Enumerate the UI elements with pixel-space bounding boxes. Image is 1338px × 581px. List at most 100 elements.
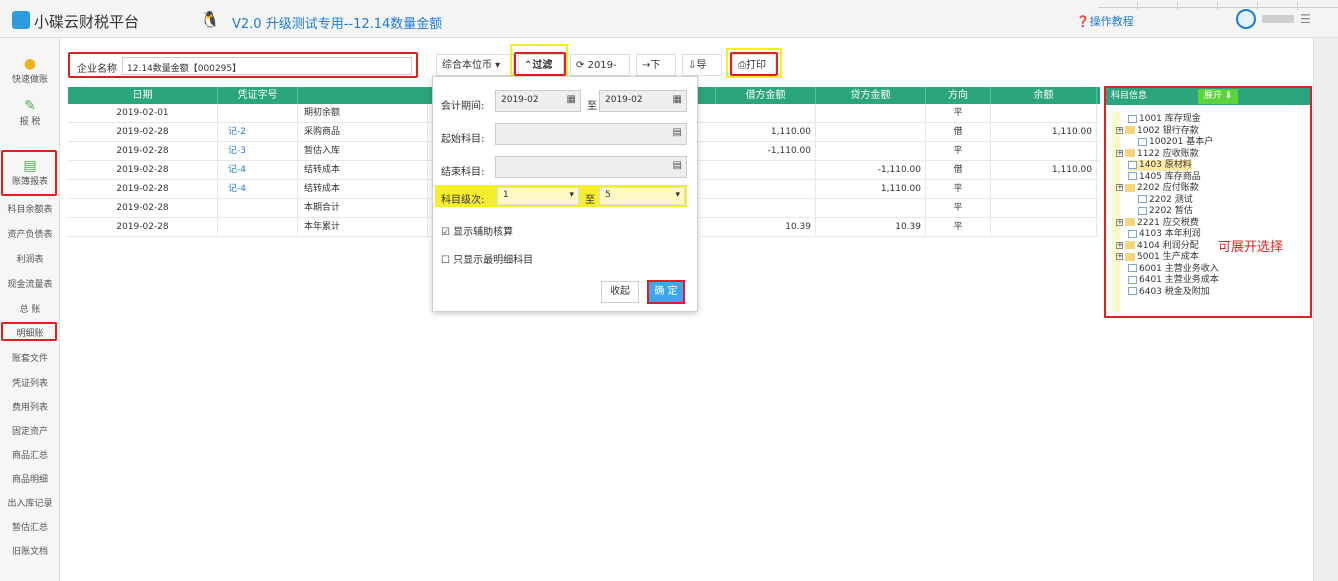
tree-node-label: 6001 主营业务收入	[1139, 263, 1219, 274]
cell-voucher[interactable]: 记-4	[218, 180, 298, 199]
period-from-value: 2019-02	[501, 95, 539, 105]
sidebar-item-quick[interactable]: ● 快速做账	[2, 56, 58, 85]
tree-node[interactable]: 1405 库存商品	[1128, 172, 1201, 183]
help-link[interactable]: ❓操作教程	[1076, 13, 1134, 29]
tree-node[interactable]: 6403 税金及附加	[1128, 287, 1210, 298]
collapse-button[interactable]: 收起	[601, 281, 639, 303]
folder-icon	[1125, 183, 1135, 192]
cell-credit	[816, 199, 926, 218]
expand-toggle-icon[interactable]: +	[1116, 149, 1123, 157]
expand-toggle-icon[interactable]: +	[1116, 241, 1123, 249]
menu-icon[interactable]: ☰	[1300, 12, 1311, 26]
cell-voucher[interactable]	[218, 104, 298, 123]
show-aux-option[interactable]: ☑ 显示辅助核算	[441, 223, 513, 238]
tree-node[interactable]: +1002 银行存款	[1116, 126, 1199, 137]
cell-date: 2019-02-28	[68, 123, 218, 142]
level-from-select[interactable]: 1 ▾	[497, 187, 579, 205]
cell-voucher[interactable]: 记-2	[218, 123, 298, 142]
cell-credit: 1,110.00	[816, 180, 926, 199]
sidebar-item-expenses[interactable]: 费用列表	[2, 398, 58, 418]
export-button[interactable]: ⇩导出	[682, 54, 722, 93]
sidebar-item-balance[interactable]: 科目余额表	[2, 200, 58, 220]
cell-voucher[interactable]	[218, 199, 298, 218]
tree-node[interactable]: 6001 主营业务收入	[1128, 264, 1219, 275]
cell-debit	[716, 180, 816, 199]
expand-toggle-icon[interactable]: +	[1116, 184, 1123, 191]
sidebar-item-vouchers[interactable]: 凭证列表	[2, 374, 58, 394]
confirm-button[interactable]: 确 定	[647, 280, 685, 304]
cell-dir: 平	[926, 142, 991, 161]
expand-toggle-icon[interactable]: +	[1116, 126, 1123, 134]
start-subject-input[interactable]: ▤	[495, 123, 687, 145]
currency-select[interactable]: 综合本位币 ▾	[436, 54, 514, 76]
tree-node[interactable]: 2202 暂估	[1138, 206, 1193, 217]
period-to-input[interactable]: 2019-02 ▦	[599, 90, 687, 112]
leaf-only-label: 只显示最明细科目	[453, 255, 534, 266]
col-balance[interactable]: 余额	[991, 87, 1097, 104]
tree-node[interactable]: 2202 测试	[1138, 195, 1193, 206]
tree-node[interactable]: +5001 生产成本	[1116, 252, 1199, 263]
tree-node[interactable]: 1001 库存现金	[1128, 114, 1201, 125]
right-collapsed-panel[interactable]	[1313, 38, 1338, 581]
sidebar-item-stock-records[interactable]: 出入库记录	[2, 494, 58, 514]
qq-icon[interactable]: 🐧	[200, 10, 220, 29]
col-debit[interactable]: 借方金额	[716, 87, 816, 104]
cell-voucher[interactable]	[218, 218, 298, 237]
cell-summary: 期初余额	[298, 104, 428, 123]
cell-debit: 1,110.00	[716, 123, 816, 142]
user-name[interactable]	[1262, 15, 1294, 23]
sidebar-item-goods-detail[interactable]: 商品明细	[2, 470, 58, 490]
cell-summary: 本期合计	[298, 199, 428, 218]
tree-node[interactable]: 6401 主营业务成本	[1128, 275, 1219, 286]
tree-node[interactable]: +2221 应交税费	[1116, 218, 1199, 229]
sidebar-item-ledger[interactable]: 总 账	[2, 300, 58, 320]
tree-node-label: 1002 银行存款	[1137, 125, 1199, 136]
calendar-icon: ▦	[672, 94, 682, 105]
sidebar-label: 快速做账	[11, 75, 48, 85]
period-from-input[interactable]: 2019-02 ▦	[495, 90, 581, 112]
cell-debit: -1,110.00	[716, 142, 816, 161]
sidebar-item-cashflow[interactable]: 现金流量表	[2, 275, 58, 295]
sidebar-item-files[interactable]: 账套文件	[2, 349, 58, 369]
level-to-select[interactable]: 5 ▾	[599, 187, 685, 205]
sidebar-item-old-docs[interactable]: 旧账文档	[2, 542, 58, 562]
expand-toggle-icon[interactable]: +	[1116, 218, 1123, 226]
cell-voucher[interactable]: 记-3	[218, 142, 298, 161]
leaf-only-option[interactable]: ☐ 只显示最明细科目	[441, 251, 533, 266]
tree-node[interactable]: +4104 利润分配	[1116, 241, 1199, 252]
sidebar-item-tax[interactable]: ✎ 报 税	[2, 98, 58, 127]
tree-node[interactable]: +1122 应收账款	[1116, 149, 1199, 160]
refresh-period-button[interactable]: ⟳ 2019-02	[570, 54, 630, 93]
col-credit[interactable]: 贷方金额	[816, 87, 926, 104]
sidebar-item-goods-summary[interactable]: 商品汇总	[2, 446, 58, 466]
checkbox-icon[interactable]: ☐	[441, 255, 450, 266]
cell-voucher[interactable]: 记-4	[218, 161, 298, 180]
col-voucher[interactable]: 凭证字号	[218, 87, 298, 104]
tree-node-label: 6401 主营业务成本	[1139, 275, 1219, 285]
col-direction[interactable]: 方向	[926, 87, 991, 104]
highlight-books	[1, 150, 57, 196]
sidebar-item-estimate[interactable]: 暂估汇总	[2, 518, 58, 538]
sidebar-item-profit[interactable]: 利润表	[2, 250, 58, 270]
cell-balance: 1,110.00	[991, 123, 1097, 142]
cell-balance	[991, 180, 1097, 199]
folder-icon	[1125, 241, 1135, 249]
avatar[interactable]	[1236, 9, 1256, 29]
sidebar-item-balance-sheet[interactable]: 资产负债表	[2, 225, 58, 245]
level-to-value: 5	[605, 190, 611, 200]
tree-node[interactable]: +2202 应付账款	[1116, 183, 1199, 194]
tree-node[interactable]: 4103 本年利润	[1128, 229, 1201, 240]
sidebar-item-assets[interactable]: 固定资产	[2, 422, 58, 442]
help-link-label[interactable]: 操作教程	[1090, 15, 1134, 28]
file-icon	[1138, 195, 1147, 203]
tree-node[interactable]: 1403 原材料	[1128, 160, 1192, 171]
end-subject-input[interactable]: ▤	[495, 156, 687, 178]
expand-button[interactable]: 展开 ⬇	[1198, 89, 1238, 104]
expand-toggle-icon[interactable]: +	[1116, 253, 1123, 260]
col-date[interactable]: 日期	[68, 87, 218, 104]
next-button[interactable]: →下一	[636, 54, 676, 93]
tree-node[interactable]: 100201 基本户	[1138, 137, 1213, 148]
cell-balance	[991, 142, 1097, 161]
cell-dir: 平	[926, 199, 991, 218]
checkbox-checked-icon[interactable]: ☑	[441, 227, 450, 238]
